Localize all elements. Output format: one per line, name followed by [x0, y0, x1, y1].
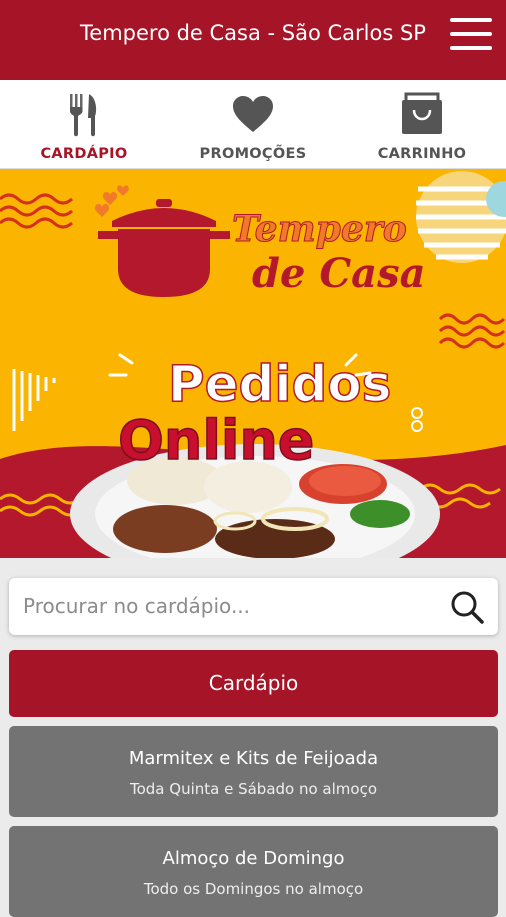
utensils-icon: [70, 94, 97, 137]
tab-label: CARDÁPIO: [40, 146, 128, 162]
headline-text-1: Pedidos: [168, 355, 391, 413]
headline-text-2: Online: [118, 409, 314, 472]
shopping-bag-icon: [402, 92, 442, 134]
tab-label: CARRINHO: [377, 146, 467, 162]
category-item[interactable]: Marmitex e Kits de Feijoada Toda Quinta …: [9, 726, 498, 817]
tab-promocoes[interactable]: PROMOÇÕES: [168, 80, 338, 169]
search-bar: [9, 578, 498, 635]
tab-label: PROMOÇÕES: [199, 146, 307, 162]
tab-bar: CARDÁPIO PROMOÇÕES CARRINHO: [0, 80, 506, 169]
promo-banner: Tempero de Casa Pedidos Online: [0, 169, 506, 558]
tab-cardapio[interactable]: CARDÁPIO: [0, 80, 168, 169]
search-input[interactable]: [23, 586, 433, 626]
hamburger-menu-icon[interactable]: [448, 16, 494, 52]
tab-carrinho[interactable]: CARRINHO: [338, 80, 506, 169]
category-name: Almoço de Domingo: [162, 848, 345, 869]
logo-text-line2: de Casa: [252, 250, 426, 297]
banner-artwork: Tempero de Casa Pedidos Online: [0, 171, 506, 558]
page-title: Tempero de Casa - São Carlos SP: [80, 21, 426, 45]
heart-icon: [233, 96, 273, 132]
cardapio-button[interactable]: Cardápio: [9, 650, 498, 717]
logo-text-line1: Tempero: [232, 208, 407, 250]
app-header: Tempero de Casa - São Carlos SP: [0, 0, 506, 80]
category-item[interactable]: Almoço de Domingo Todo os Domingos no al…: [9, 826, 498, 917]
category-name: Marmitex e Kits de Feijoada: [128, 748, 379, 769]
search-icon[interactable]: [450, 590, 484, 624]
category-description: Todo os Domingos no almoço: [143, 880, 364, 898]
category-description: Toda Quinta e Sábado no almoço: [129, 780, 378, 798]
pot-logo-icon: [94, 185, 230, 297]
